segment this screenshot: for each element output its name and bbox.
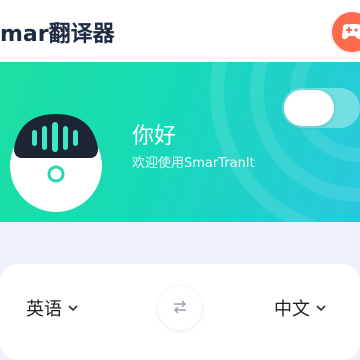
game-controller-icon[interactable] bbox=[332, 12, 360, 52]
swap-languages-button[interactable] bbox=[158, 286, 202, 330]
mode-toggle[interactable] bbox=[282, 88, 360, 128]
chevron-down-icon bbox=[68, 301, 78, 315]
source-language-select[interactable]: 英语 bbox=[26, 294, 78, 322]
toggle-knob[interactable] bbox=[284, 90, 334, 126]
app-title: mar翻译器 bbox=[0, 22, 115, 47]
welcome-subtitle: 欢迎使用SmarTranIt bbox=[132, 156, 255, 171]
source-language-label: 英语 bbox=[26, 299, 62, 320]
robot-mascot-icon bbox=[10, 108, 102, 212]
greeting-text: 你好 bbox=[132, 124, 177, 149]
language-card: 英语 中文 bbox=[0, 264, 360, 360]
language-selector-area: 英语 中文 bbox=[0, 222, 360, 360]
app-header: mar翻译器 bbox=[0, 0, 360, 62]
welcome-banner: 你好 欢迎使用SmarTranIt bbox=[0, 62, 360, 222]
chevron-down-icon bbox=[316, 301, 326, 315]
swap-arrows-icon bbox=[172, 299, 188, 318]
target-language-select[interactable]: 中文 bbox=[274, 294, 326, 322]
target-language-label: 中文 bbox=[274, 299, 310, 320]
